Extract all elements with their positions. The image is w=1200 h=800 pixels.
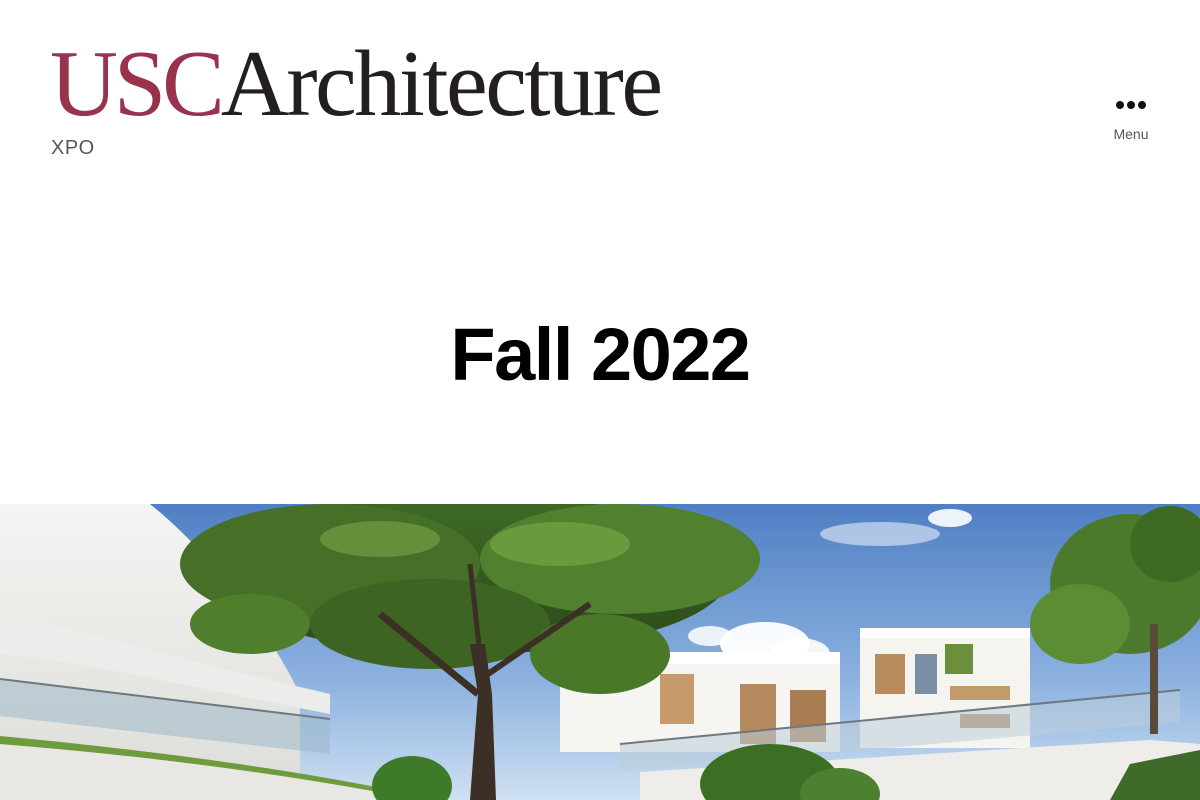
hero-architecture-rendering bbox=[0, 504, 1200, 800]
menu-label: Menu bbox=[1113, 126, 1149, 142]
site-header: USCArchitecture XPO Menu bbox=[0, 0, 1200, 200]
page-title: Fall 2022 bbox=[450, 313, 751, 396]
site-description: XPO bbox=[51, 137, 95, 159]
menu-button[interactable]: Menu bbox=[1096, 88, 1166, 152]
logo-architecture-text: Architecture bbox=[220, 32, 663, 136]
usc-architecture-logo[interactable]: USCArchitecture bbox=[50, 37, 663, 131]
logo-usc-text: USC bbox=[50, 32, 225, 136]
horizontal-ellipsis-icon bbox=[1116, 101, 1146, 109]
hero-image bbox=[0, 504, 1200, 800]
